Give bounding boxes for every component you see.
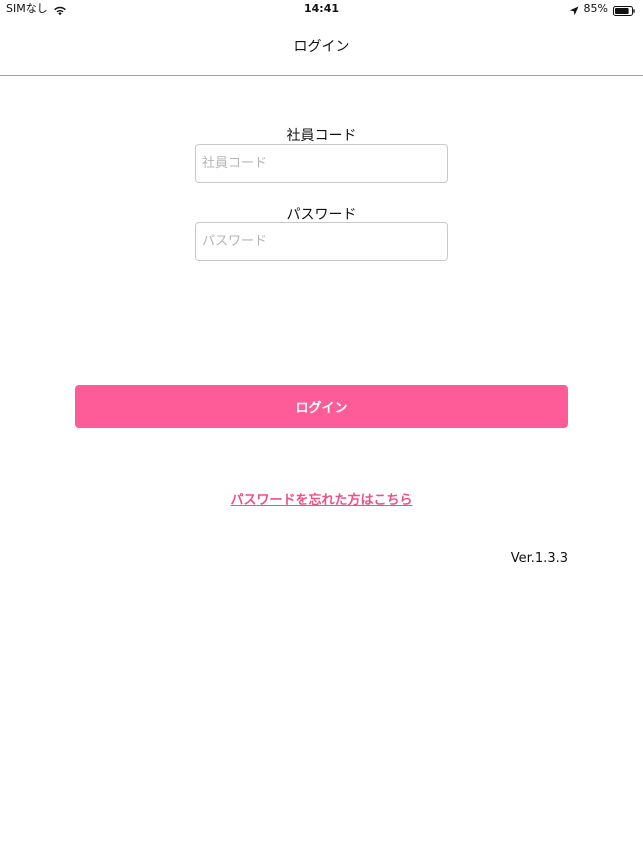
employee-code-input[interactable]	[195, 144, 448, 183]
password-input[interactable]	[195, 222, 448, 261]
battery-percent: 85%	[583, 2, 608, 15]
login-screen: SIMなし 14:41 85% ログイン 社員コード 社員コード パスワード ロ…	[0, 0, 643, 858]
status-bar: SIMなし 14:41 85%	[0, 0, 643, 18]
battery-icon	[613, 4, 635, 16]
status-time: 14:41	[303, 2, 339, 15]
battery-fill	[615, 8, 629, 14]
employee-code-label: 社員コード	[286, 128, 357, 144]
page-title: ログイン	[293, 39, 350, 55]
password-label: パスワード	[286, 207, 357, 223]
navigation-bar: ログイン	[0, 18, 643, 76]
login-button[interactable]: ログイン	[75, 385, 568, 428]
version-label: Ver.1.3.3	[510, 551, 568, 566]
location-arrow-icon	[569, 4, 579, 16]
status-right: 85%	[569, 0, 635, 18]
forgot-password-link[interactable]: パスワードを忘れた方はこちら	[0, 489, 643, 508]
